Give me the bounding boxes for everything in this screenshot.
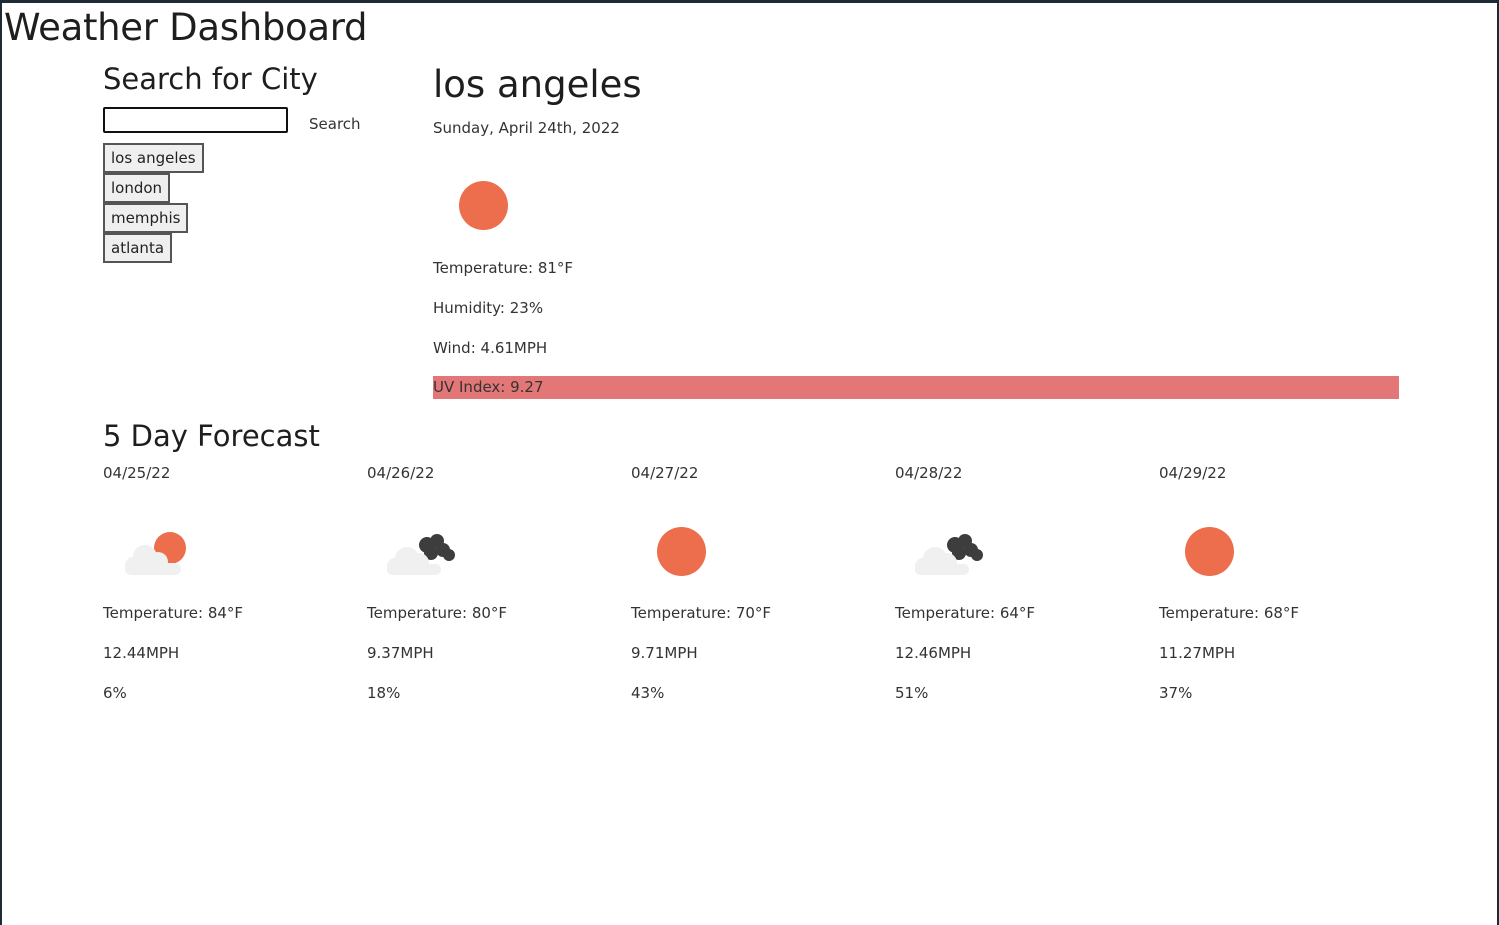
history-item-memphis[interactable]: memphis (103, 203, 189, 233)
forecast-heading: 5 Day Forecast (103, 419, 320, 453)
forecast-card: 04/25/22 Temperature: 84°F 12.44MPH 6% (103, 463, 343, 713)
forecast-temperature: Temperature: 68°F (1159, 604, 1300, 622)
forecast-wind: 12.46MPH (895, 644, 972, 662)
forecast-wind: 9.71MPH (631, 644, 698, 662)
forecast-humidity: 6% (103, 684, 127, 702)
history-item-london[interactable]: london (103, 173, 171, 203)
search-history-list: los angeles london memphis atlanta (103, 143, 204, 263)
forecast-date: 04/27/22 (631, 464, 699, 482)
uv-index-bar: UV Index: 9.27 (433, 376, 1399, 399)
forecast-temperature: Temperature: 84°F (103, 604, 244, 622)
forecast-wind: 11.27MPH (1159, 644, 1236, 662)
cloud-sun-icon (125, 532, 186, 575)
forecast-date: 04/29/22 (1159, 464, 1227, 482)
current-temperature: Temperature: 81°F (433, 259, 574, 277)
forecast-date: 04/26/22 (367, 464, 435, 482)
current-wind: Wind: 4.61MPH (433, 339, 548, 357)
search-button[interactable]: Search (303, 112, 367, 136)
current-city-name: los angeles (433, 63, 642, 106)
sun-icon (459, 181, 508, 230)
forecast-card: 04/29/22 Temperature: 68°F 11.27MPH 37% (1159, 463, 1399, 713)
dark-cloud-icon (387, 534, 455, 575)
forecast-card: 04/28/22 Temperature: 64°F 12.46MPH 51% (895, 463, 1135, 713)
history-item-atlanta[interactable]: atlanta (103, 233, 173, 263)
forecast-temperature: Temperature: 80°F (367, 604, 508, 622)
current-humidity: Humidity: 23% (433, 299, 544, 317)
city-search-input[interactable] (103, 107, 288, 133)
forecast-temperature: Temperature: 64°F (895, 604, 1036, 622)
history-item-los-angeles[interactable]: los angeles (103, 143, 204, 173)
forecast-humidity: 37% (1159, 684, 1193, 702)
forecast-date: 04/25/22 (103, 464, 171, 482)
forecast-card: 04/26/22 Temperature: 80°F 9.37MPH 18% (367, 463, 607, 713)
sun-icon (1185, 527, 1234, 576)
forecast-temperature: Temperature: 70°F (631, 604, 772, 622)
forecast-humidity: 43% (631, 684, 665, 702)
sun-icon (657, 527, 706, 576)
search-heading: Search for City (103, 62, 318, 96)
app-title: Weather Dashboard (4, 6, 368, 49)
forecast-wind: 9.37MPH (367, 644, 434, 662)
window-left-border (0, 0, 2, 925)
current-date: Sunday, April 24th, 2022 (433, 119, 620, 137)
window-top-border (0, 0, 1499, 3)
forecast-date: 04/28/22 (895, 464, 963, 482)
dark-cloud-icon (915, 534, 983, 575)
forecast-humidity: 51% (895, 684, 929, 702)
forecast-card: 04/27/22 Temperature: 70°F 9.71MPH 43% (631, 463, 871, 713)
forecast-humidity: 18% (367, 684, 401, 702)
forecast-wind: 12.44MPH (103, 644, 180, 662)
